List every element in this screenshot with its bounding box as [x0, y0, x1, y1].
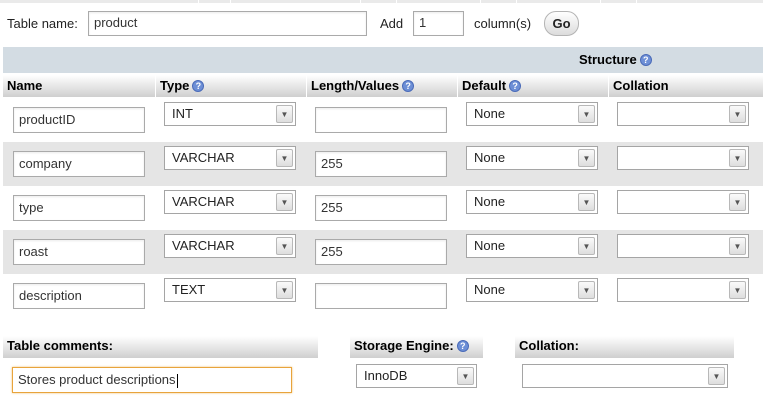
header-default-text: Default [462, 78, 507, 93]
default-select-value: None [474, 194, 506, 209]
header-collation-text: Collation [613, 78, 669, 93]
storage-engine-value: InnoDB [364, 368, 408, 383]
default-select[interactable]: None ▼ [466, 102, 598, 126]
collation-select[interactable]: ▼ [617, 278, 749, 302]
help-icon[interactable]: ? [509, 79, 522, 92]
chevron-down-icon: ▼ [729, 105, 746, 123]
type-select-value: INT [172, 106, 193, 121]
structure-label-text: Structure [579, 52, 637, 67]
header-type-text: Type [160, 78, 190, 93]
table-comments-header: Table comments: [3, 336, 318, 358]
column-name-input[interactable]: productID [13, 107, 145, 133]
collation-label: Collation: [519, 338, 579, 353]
length-values-input[interactable]: 255 [315, 195, 447, 221]
help-icon[interactable]: ? [192, 79, 205, 92]
default-select[interactable]: None ▼ [466, 190, 598, 214]
add-label: Add [380, 16, 404, 31]
text-caret [176, 373, 178, 388]
help-icon[interactable]: ? [402, 79, 415, 92]
header-length-text: Length/Values [311, 78, 400, 93]
type-select[interactable]: VARCHAR ▼ [164, 190, 296, 214]
header-name: Name [3, 75, 155, 97]
default-select-value: None [474, 238, 506, 253]
chevron-down-icon: ▼ [276, 237, 293, 255]
header-type: Type? [156, 75, 306, 97]
default-select-value: None [474, 106, 506, 121]
collation-select[interactable]: ▼ [617, 190, 749, 214]
chevron-down-icon: ▼ [457, 367, 474, 385]
default-select[interactable]: None ▼ [466, 278, 598, 302]
help-icon[interactable]: ? [639, 53, 652, 66]
chevron-down-icon: ▼ [578, 193, 595, 211]
column-name-input[interactable]: roast [13, 239, 145, 265]
table-comments-value: Stores product descriptions [18, 372, 176, 387]
column-name-input[interactable]: type [13, 195, 145, 221]
chevron-down-icon: ▼ [578, 281, 595, 299]
type-select-value: TEXT [172, 282, 206, 297]
table-name-input[interactable]: product [88, 11, 367, 36]
type-select-value: VARCHAR [172, 150, 235, 165]
structure-label: Structure? [579, 52, 652, 67]
chevron-down-icon: ▼ [729, 237, 746, 255]
header-length-values: Length/Values? [307, 75, 457, 97]
default-select-value: None [474, 282, 506, 297]
table-comments-input[interactable]: Stores product descriptions [12, 367, 292, 393]
add-columns-input[interactable]: 1 [413, 11, 464, 36]
column-name-input[interactable]: company [13, 151, 145, 177]
top-separator-band [0, 0, 763, 3]
storage-engine-select[interactable]: InnoDB ▼ [356, 364, 477, 388]
table-collation-select[interactable]: ▼ [522, 364, 728, 388]
column-name-input[interactable]: description [13, 283, 145, 309]
table-comments-label: Table comments: [7, 338, 113, 353]
default-select[interactable]: None ▼ [466, 146, 598, 170]
type-select-value: VARCHAR [172, 238, 235, 253]
chevron-down-icon: ▼ [729, 149, 746, 167]
chevron-down-icon: ▼ [578, 149, 595, 167]
length-values-input[interactable] [315, 107, 447, 133]
chevron-down-icon: ▼ [729, 193, 746, 211]
type-select[interactable]: TEXT ▼ [164, 278, 296, 302]
storage-engine-header: Storage Engine:? [350, 336, 483, 358]
collation-select[interactable]: ▼ [617, 146, 749, 170]
chevron-down-icon: ▼ [276, 281, 293, 299]
length-values-input[interactable]: 255 [315, 239, 447, 265]
chevron-down-icon: ▼ [578, 237, 595, 255]
collation-select[interactable]: ▼ [617, 102, 749, 126]
header-collation: Collation [609, 75, 763, 97]
chevron-down-icon: ▼ [276, 149, 293, 167]
default-select[interactable]: None ▼ [466, 234, 598, 258]
default-select-value: None [474, 150, 506, 165]
storage-engine-label: Storage Engine: [354, 338, 454, 353]
collation-header: Collation: [515, 336, 734, 358]
length-values-input[interactable]: 255 [315, 151, 447, 177]
columns-label: column(s) [474, 16, 532, 31]
type-select-value: VARCHAR [172, 194, 235, 209]
length-values-input[interactable] [315, 283, 447, 309]
type-select[interactable]: INT ▼ [164, 102, 296, 126]
type-select[interactable]: VARCHAR ▼ [164, 146, 296, 170]
chevron-down-icon: ▼ [578, 105, 595, 123]
go-button[interactable]: Go [544, 11, 579, 36]
header-default: Default? [458, 75, 608, 97]
chevron-down-icon: ▼ [708, 367, 725, 385]
chevron-down-icon: ▼ [276, 193, 293, 211]
help-icon[interactable]: ? [456, 339, 469, 352]
chevron-down-icon: ▼ [729, 281, 746, 299]
table-name-label: Table name: [7, 16, 78, 31]
header-name-text: Name [7, 78, 43, 93]
collation-select[interactable]: ▼ [617, 234, 749, 258]
chevron-down-icon: ▼ [276, 105, 293, 123]
type-select[interactable]: VARCHAR ▼ [164, 234, 296, 258]
